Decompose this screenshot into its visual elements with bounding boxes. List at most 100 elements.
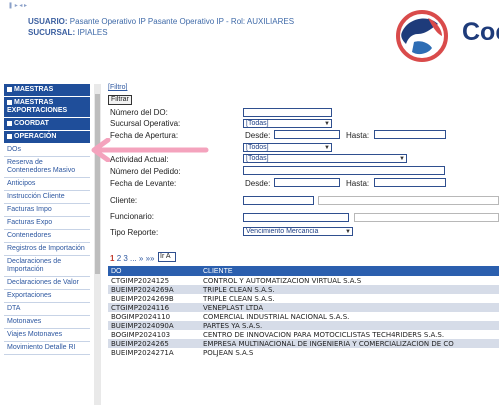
sidebar-item-dta[interactable]: DTA	[4, 303, 90, 316]
sucursal-info: SUCURSAL: IPIALES	[28, 28, 108, 37]
sidebar-section-maestras-exportaciones[interactable]: MAESTRAS EXPORTACIONES	[4, 97, 90, 118]
funcionario-code-input[interactable]	[243, 213, 349, 222]
table-row[interactable]: BUEIMP2024269B TRIPLE CLEAN S.A.S.	[108, 294, 499, 303]
sidebar-item-exportaciones[interactable]: Exportaciones	[4, 290, 90, 303]
cliente-label: Cliente:	[110, 196, 138, 205]
table-row[interactable]: BUEIMP2024269A TRIPLE CLEAN S.A.S.	[108, 285, 499, 294]
column-header-do[interactable]: DO	[108, 266, 200, 276]
cliente-name-input[interactable]	[318, 196, 499, 205]
table-row[interactable]: BUEIMP2024265 EMPRESA MULTINACIONAL DE IN…	[108, 339, 499, 348]
cell-do: BOGIMP2024110	[111, 312, 171, 321]
cell-cliente: PARTES YA S.A.S.	[200, 321, 499, 330]
page-links[interactable]: 2 3 ... » »»	[117, 254, 155, 263]
sidebar-item-declaraciones-valor[interactable]: Declaraciones de Valor	[4, 277, 90, 290]
top-breadcrumb[interactable]: ❚ ▸ ◂ ▸	[8, 2, 27, 9]
chevron-down-icon: ▼	[345, 229, 351, 235]
cell-cliente: CONTROL Y AUTOMATIZACION VIRTUAL S.A.S	[203, 276, 362, 285]
hasta-label: Hasta:	[346, 131, 370, 140]
table-row[interactable]: BOGIMP2024110 COMERCIAL INDUSTRIAL NACION…	[108, 312, 499, 321]
sidebar: MAESTRAS MAESTRAS EXPORTACIONES COORDAT …	[4, 84, 90, 405]
sidebar-item-declaraciones-importacion[interactable]: Declaraciones de Importación	[4, 256, 90, 277]
sidebar-section-coordat[interactable]: COORDAT	[4, 118, 90, 131]
sidebar-item-viajes-motonaves[interactable]: Viajes Motonaves	[4, 329, 90, 342]
desde-label: Desde:	[245, 131, 271, 140]
cell-do: BUEIMP2024271A	[111, 348, 174, 357]
fecha-levante-label: Fecha de Levante:	[110, 179, 177, 188]
user-info: USUARIO: Pasante Operativo IP Pasante Op…	[28, 17, 294, 26]
sidebar-scrollbar[interactable]	[94, 84, 101, 405]
usuario-key: USUARIO:	[28, 17, 68, 26]
tipo-reporte-select[interactable]: Vencimiento Mercancia ▼	[243, 227, 353, 236]
square-bullet-icon	[7, 133, 12, 139]
sidebar-item-movimiento-detalle-ri[interactable]: Movimiento Detalle RI	[4, 342, 90, 355]
cell-do: BUEIMP2024090A	[108, 321, 200, 330]
sidebar-item-anticipos[interactable]: Anticipos	[4, 178, 90, 191]
chevron-down-icon: ▼	[399, 156, 405, 162]
page-header: ❚ ▸ ◂ ▸ USUARIO: Pasante Operativo IP Pa…	[0, 0, 499, 80]
actividad-select[interactable]: [Todas] ▼	[243, 154, 407, 163]
filter-button[interactable]: Filtrar	[108, 95, 132, 105]
table-row[interactable]: BUEIMP2024271A POLJEAN S.A.S	[108, 348, 499, 357]
cliente-code-input[interactable]	[243, 196, 314, 205]
cell-cliente: EMPRESA MULTINACIONAL DE INGENIERIA Y CO…	[200, 339, 499, 348]
apertura-desde-input[interactable]	[274, 130, 340, 139]
levante-hasta-input[interactable]	[374, 178, 446, 187]
cell-do: BUEIMP2024265	[108, 339, 200, 348]
sidebar-item-facturas-expo[interactable]: Facturas Expo	[4, 217, 90, 230]
column-header-cliente[interactable]: CLIENTE	[200, 266, 499, 276]
sucursal-key: SUCURSAL:	[28, 28, 76, 37]
sidebar-section-operacion[interactable]: OPERACIÓN	[4, 131, 90, 144]
apertura-hasta-input[interactable]	[374, 130, 446, 139]
table-row[interactable]: BUEIMP2024090A PARTES YA S.A.S.	[108, 321, 499, 330]
sidebar-item-facturas-impo[interactable]: Facturas Impo	[4, 204, 90, 217]
sidebar-item-dos[interactable]: DOs	[4, 144, 90, 157]
sidebar-item-registros-importacion[interactable]: Registros de Importación	[4, 243, 90, 256]
cell-do: CTGIMP2024116	[108, 303, 200, 312]
cell-do: BUEIMP2024269A	[108, 285, 200, 294]
pagination: 1 2 3 ... » »»	[110, 254, 155, 263]
cell-cliente: POLJEAN S.A.S	[203, 348, 254, 357]
page-current[interactable]: 1	[110, 254, 114, 263]
cell-cliente: COMERCIAL INDUSTRIAL NACIONAL S.A.S.	[203, 312, 350, 321]
sidebar-item-contenedores[interactable]: Contenedores	[4, 230, 90, 243]
sidebar-item-reserva-contenedores[interactable]: Reserva de Contenedores Masivo	[4, 157, 90, 178]
square-bullet-icon	[7, 120, 12, 126]
cell-cliente: VENEPLAST LTDA	[200, 303, 499, 312]
logo-text: Coe	[462, 18, 499, 46]
table-row[interactable]: CTGIMP2024125 CONTROL Y AUTOMATIZACION VI…	[108, 276, 499, 285]
chevron-down-icon: ▼	[324, 121, 330, 127]
table-row[interactable]: CTGIMP2024116 VENEPLAST LTDA	[108, 303, 499, 312]
usuario-value: Pasante Operativo IP Pasante Operativo I…	[69, 17, 295, 26]
levante-desde-input[interactable]	[274, 178, 340, 187]
cell-cliente: CENTRO DE INNOVACION PARA MOTOCICLISTAS …	[203, 330, 445, 339]
hasta-label-2: Hasta:	[346, 179, 370, 188]
sucursal-label: Sucursal Operativa:	[110, 119, 181, 128]
todos-select[interactable]: [Todos] ▼	[243, 143, 332, 152]
square-bullet-icon	[7, 86, 12, 92]
sucursal-value: IPIALES	[77, 28, 108, 37]
results-table: DO CLIENTE CTGIMP2024125 CONTROL Y AUTOMA…	[108, 266, 499, 357]
filter-link[interactable]: [Filtro]	[108, 84, 127, 91]
desde-label-2: Desde:	[245, 179, 271, 188]
sidebar-item-instruccion-cliente[interactable]: Instrucción Cliente	[4, 191, 90, 204]
cell-do: BOGIMP2024103	[111, 330, 171, 339]
table-header-row: DO CLIENTE	[108, 266, 499, 276]
table-row[interactable]: BOGIMP2024103 CENTRO DE INNOVACION PARA M…	[108, 330, 499, 339]
annotation-arrow-icon	[91, 138, 209, 162]
goto-page-input[interactable]: Ir A	[158, 252, 176, 262]
scrollbar-thumb[interactable]	[95, 94, 100, 274]
cell-do: CTGIMP2024125	[111, 276, 170, 285]
cell-cliente: TRIPLE CLEAN S.A.S.	[203, 294, 275, 303]
numero-do-input[interactable]	[243, 108, 332, 117]
sidebar-item-motonaves[interactable]: Motonaves	[4, 316, 90, 329]
tipo-reporte-label: Tipo Reporte:	[110, 228, 159, 237]
square-bullet-icon	[7, 99, 12, 105]
numero-pedido-input[interactable]	[243, 166, 445, 175]
sidebar-section-maestras[interactable]: MAESTRAS	[4, 84, 90, 97]
numero-do-label: Número del DO:	[110, 108, 168, 117]
numero-pedido-label: Número del Pedido:	[110, 167, 181, 176]
cell-cliente: TRIPLE CLEAN S.A.S.	[200, 285, 499, 294]
chevron-down-icon: ▼	[324, 145, 330, 151]
sucursal-select[interactable]: [Todas] ▼	[243, 119, 332, 128]
funcionario-name-input[interactable]	[354, 213, 499, 222]
